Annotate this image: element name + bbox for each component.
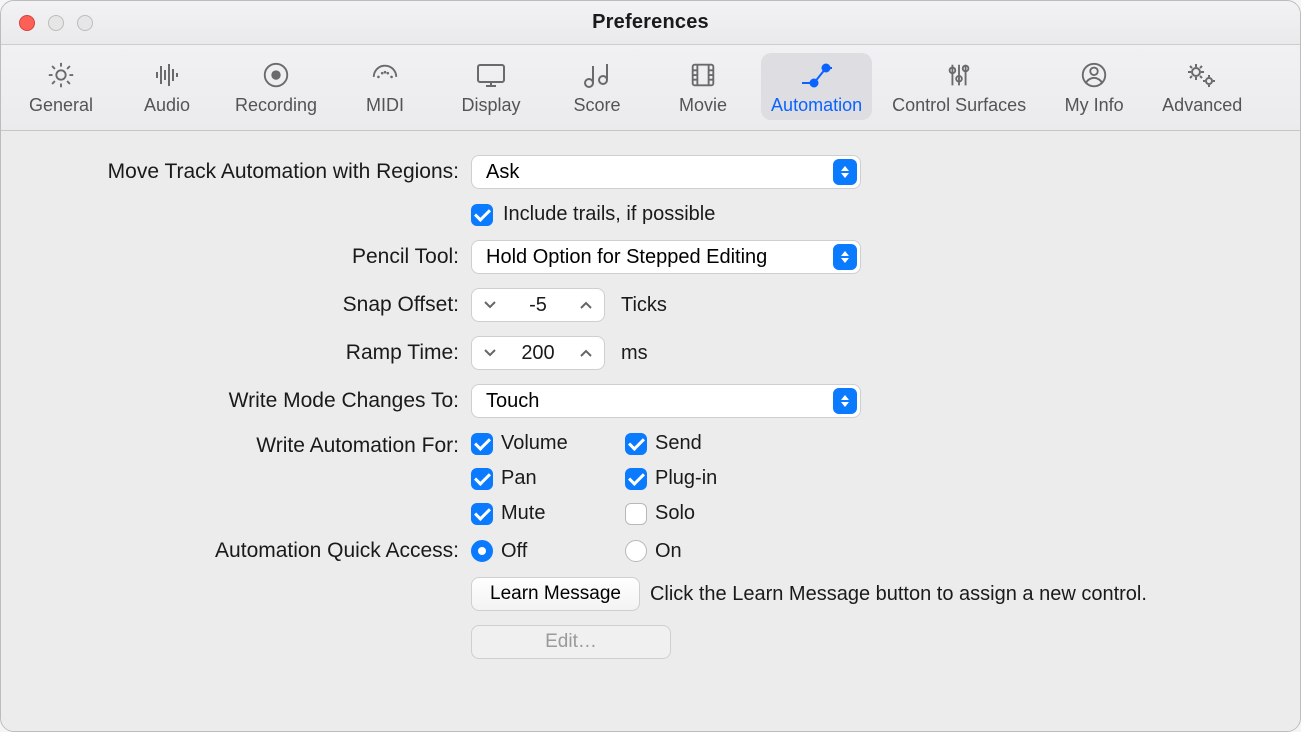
tab-label: Score xyxy=(574,95,621,116)
ramp-time-value: 200 xyxy=(508,342,568,365)
ramp-time-unit: ms xyxy=(621,342,648,365)
volume-checkbox[interactable] xyxy=(471,433,493,455)
close-button[interactable] xyxy=(19,15,35,31)
tab-general[interactable]: General xyxy=(13,53,109,120)
stepper-down-button[interactable] xyxy=(472,289,508,321)
plugin-checkbox[interactable] xyxy=(625,468,647,490)
tab-midi[interactable]: MIDI xyxy=(337,53,433,120)
tab-audio[interactable]: Audio xyxy=(119,53,215,120)
tab-label: Advanced xyxy=(1162,95,1242,116)
learn-message-button[interactable]: Learn Message xyxy=(471,577,640,611)
include-trails-checkbox[interactable] xyxy=(471,204,493,226)
write-automation-for-label: Write Automation For: xyxy=(41,432,471,458)
traffic-lights xyxy=(19,15,93,31)
minimize-button[interactable] xyxy=(48,15,64,31)
tab-label: Control Surfaces xyxy=(892,95,1026,116)
write-mode-label: Write Mode Changes To: xyxy=(41,389,471,413)
music-notes-icon xyxy=(579,59,615,91)
window-title: Preferences xyxy=(592,11,709,34)
waveform-icon xyxy=(149,59,185,91)
snap-offset-label: Snap Offset: xyxy=(41,293,471,317)
tab-advanced[interactable]: Advanced xyxy=(1152,53,1252,120)
stepper-down-button[interactable] xyxy=(472,337,508,369)
preferences-window: Preferences General Audio Recording MIDI xyxy=(0,0,1301,732)
snap-offset-value: -5 xyxy=(508,294,568,317)
tab-control-surfaces[interactable]: Control Surfaces xyxy=(882,53,1036,120)
quick-access-on-label: On xyxy=(655,540,682,563)
stepper-up-button[interactable] xyxy=(568,337,604,369)
send-label: Send xyxy=(655,432,702,455)
tab-label: Display xyxy=(462,95,521,116)
gears-icon xyxy=(1184,59,1220,91)
tab-movie[interactable]: Movie xyxy=(655,53,751,120)
person-icon xyxy=(1076,59,1112,91)
zoom-button[interactable] xyxy=(77,15,93,31)
tab-label: Movie xyxy=(679,95,727,116)
snap-offset-stepper[interactable]: -5 xyxy=(471,288,605,322)
pencil-tool-label: Pencil Tool: xyxy=(41,245,471,269)
tab-label: Recording xyxy=(235,95,317,116)
quick-access-label: Automation Quick Access: xyxy=(41,539,471,563)
snap-offset-unit: Ticks xyxy=(621,294,667,317)
gear-icon xyxy=(43,59,79,91)
learn-message-hint: Click the Learn Message button to assign… xyxy=(650,583,1147,606)
edit-button[interactable]: Edit… xyxy=(471,625,671,659)
toolbar: General Audio Recording MIDI Display xyxy=(1,45,1300,131)
move-track-dropdown[interactable]: Ask xyxy=(471,155,861,189)
sliders-icon xyxy=(941,59,977,91)
film-icon xyxy=(685,59,721,91)
midi-icon xyxy=(367,59,403,91)
tab-automation[interactable]: Automation xyxy=(761,53,872,120)
quick-access-off-radio[interactable] xyxy=(471,540,493,562)
include-trails-label: Include trails, if possible xyxy=(503,203,715,226)
pan-label: Pan xyxy=(501,467,537,490)
mute-label: Mute xyxy=(501,502,545,525)
tab-recording[interactable]: Recording xyxy=(225,53,327,120)
pencil-tool-dropdown[interactable]: Hold Option for Stepped Editing xyxy=(471,240,861,274)
tab-display[interactable]: Display xyxy=(443,53,539,120)
quick-access-off-label: Off xyxy=(501,540,527,563)
tab-label: Automation xyxy=(771,95,862,116)
titlebar: Preferences xyxy=(1,1,1300,45)
move-track-label: Move Track Automation with Regions: xyxy=(41,160,471,184)
automation-icon xyxy=(799,59,835,91)
solo-label: Solo xyxy=(655,502,695,525)
display-icon xyxy=(473,59,509,91)
pan-checkbox[interactable] xyxy=(471,468,493,490)
mute-checkbox[interactable] xyxy=(471,503,493,525)
tab-my-info[interactable]: My Info xyxy=(1046,53,1142,120)
tab-label: Audio xyxy=(144,95,190,116)
write-mode-dropdown[interactable]: Touch xyxy=(471,384,861,418)
stepper-up-button[interactable] xyxy=(568,289,604,321)
send-checkbox[interactable] xyxy=(625,433,647,455)
record-icon xyxy=(258,59,294,91)
plugin-label: Plug-in xyxy=(655,467,717,490)
tab-label: MIDI xyxy=(366,95,404,116)
ramp-time-label: Ramp Time: xyxy=(41,341,471,365)
ramp-time-stepper[interactable]: 200 xyxy=(471,336,605,370)
volume-label: Volume xyxy=(501,432,568,455)
solo-checkbox[interactable] xyxy=(625,503,647,525)
tab-label: My Info xyxy=(1065,95,1124,116)
tab-label: General xyxy=(29,95,93,116)
tab-score[interactable]: Score xyxy=(549,53,645,120)
automation-panel: Move Track Automation with Regions: Ask … xyxy=(1,131,1300,731)
quick-access-on-radio[interactable] xyxy=(625,540,647,562)
